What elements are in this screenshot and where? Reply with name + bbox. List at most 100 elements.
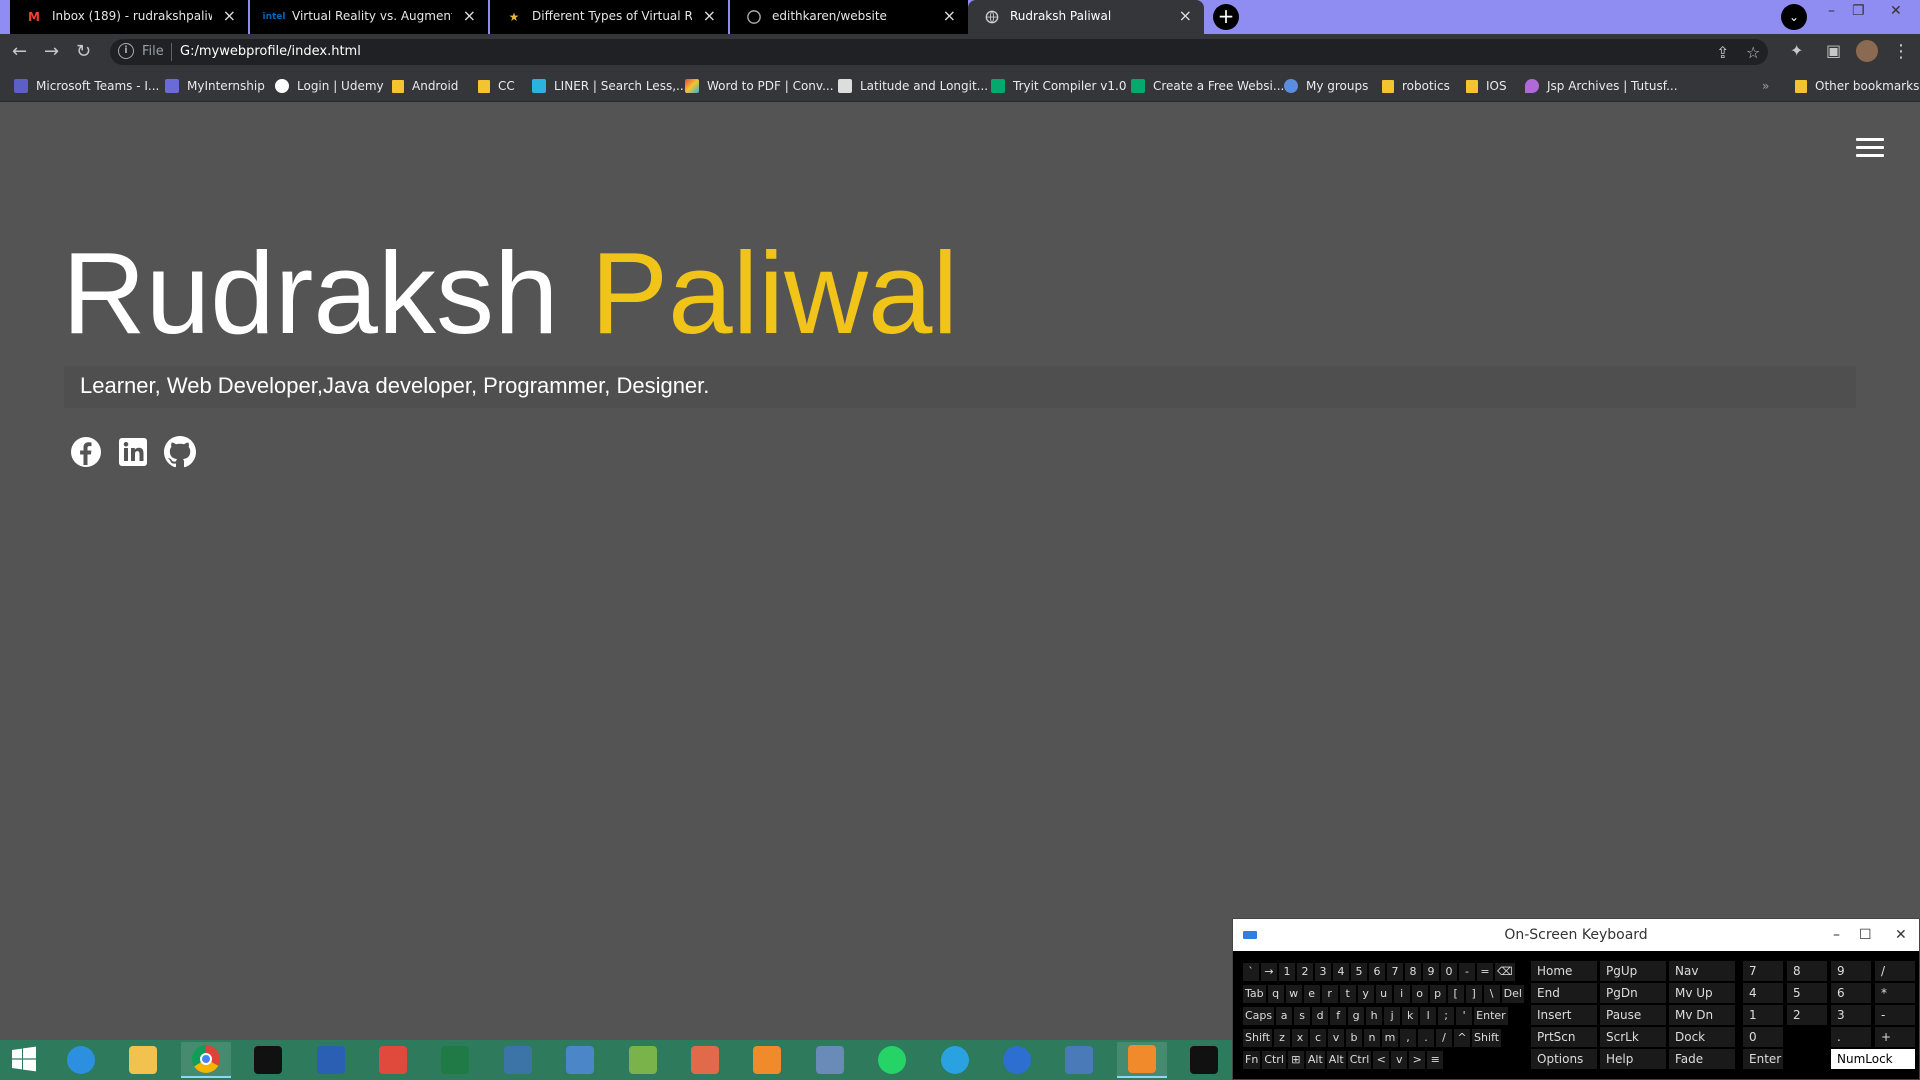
osk-key[interactable]: ^	[1454, 1029, 1471, 1047]
osk-numpad-key[interactable]: 3	[1831, 1005, 1871, 1025]
osk-key[interactable]: ⌫	[1495, 963, 1515, 981]
osk-key[interactable]: ;	[1438, 1007, 1455, 1025]
osk-key[interactable]: 1	[1279, 963, 1295, 981]
osk-key[interactable]: Caps	[1243, 1007, 1275, 1025]
osk-numpad-key[interactable]: 5	[1787, 983, 1827, 1003]
osk-titlebar[interactable]: On-Screen Keyboard – ☐ ✕	[1233, 919, 1919, 951]
excel-taskbar-button[interactable]	[430, 1042, 480, 1078]
osk-key[interactable]: i	[1393, 985, 1410, 1003]
osk-key[interactable]: y	[1357, 985, 1374, 1003]
osk-key[interactable]: o	[1411, 985, 1428, 1003]
osk-key[interactable]: Enter	[1474, 1007, 1508, 1025]
osk-numpad-key[interactable]: 7	[1743, 961, 1783, 981]
osk-key[interactable]: →	[1261, 963, 1277, 981]
word-taskbar-button[interactable]	[306, 1042, 356, 1078]
osk-key[interactable]: l	[1420, 1007, 1437, 1025]
bookmark-word-to-pdf[interactable]: Word to PDF | Conv...	[685, 76, 834, 96]
osk-key[interactable]: Alt	[1326, 1051, 1346, 1069]
osk-nav-key[interactable]: ScrLk	[1600, 1027, 1666, 1047]
linkedin-icon[interactable]	[117, 436, 149, 468]
osk-key[interactable]: Ctrl	[1262, 1051, 1286, 1069]
osk-numpad-key[interactable]: 6	[1831, 983, 1871, 1003]
osk-nav-key[interactable]: PgDn	[1600, 983, 1666, 1003]
writer-taskbar-button[interactable]	[992, 1042, 1042, 1078]
bookmark-teams[interactable]: Microsoft Teams - I...	[14, 76, 159, 96]
maximize-icon[interactable]: ☐	[1859, 919, 1872, 951]
osk-key[interactable]: =	[1477, 963, 1493, 981]
osk-key[interactable]: 0	[1441, 963, 1457, 981]
paint-taskbar-button[interactable]	[680, 1042, 730, 1078]
sublime-taskbar-button[interactable]	[1116, 1042, 1167, 1078]
osk-numpad-key[interactable]: 8	[1787, 961, 1827, 981]
osk-key[interactable]: 4	[1333, 963, 1349, 981]
back-arrow-icon[interactable]: ←	[12, 41, 27, 62]
bookmark-tryit[interactable]: Tryit Compiler v1.0	[991, 76, 1126, 96]
osk-key[interactable]: Tab	[1243, 985, 1266, 1003]
osk-nav-key[interactable]: Options	[1531, 1049, 1597, 1069]
osk-nav-key[interactable]: Help	[1600, 1049, 1666, 1069]
osk-key[interactable]: w	[1285, 985, 1302, 1003]
osk-key[interactable]: f	[1330, 1007, 1347, 1025]
file-explorer-taskbar-button[interactable]	[118, 1042, 168, 1078]
osk-key[interactable]: k	[1402, 1007, 1419, 1025]
osk-key[interactable]: Shift	[1472, 1029, 1502, 1047]
osk-key[interactable]: q	[1267, 985, 1284, 1003]
bookmark-robotics[interactable]: robotics	[1382, 76, 1450, 96]
osk-key[interactable]: e	[1303, 985, 1320, 1003]
osk-key[interactable]: ,	[1400, 1029, 1417, 1047]
bookmark-cc[interactable]: CC	[478, 76, 515, 96]
osk-nav-key[interactable]: Nav	[1669, 961, 1735, 981]
close-window-icon[interactable]: ✕	[1890, 3, 1902, 19]
osk-key[interactable]: 6	[1369, 963, 1385, 981]
side-panel-icon[interactable]: ▣	[1826, 41, 1841, 60]
spreadsheet-tool-taskbar-button[interactable]	[618, 1042, 668, 1078]
url-text[interactable]: G:/mywebprofile/index.html	[180, 44, 361, 59]
osk-key[interactable]: u	[1375, 985, 1392, 1003]
close-icon[interactable]: ×	[463, 6, 476, 25]
more-bookmarks-button[interactable]: »	[1762, 76, 1769, 96]
bookmark-myinternship[interactable]: MyInternship	[165, 76, 265, 96]
menu-kebab-icon[interactable]: ⋮	[1892, 41, 1910, 62]
osk-nav-key[interactable]: PgUp	[1600, 961, 1666, 981]
osk-key[interactable]: d	[1312, 1007, 1329, 1025]
close-icon[interactable]: ×	[223, 6, 236, 25]
osk-numpad-key[interactable]: Enter	[1743, 1049, 1783, 1069]
osk-numpad-key[interactable]: .	[1831, 1027, 1871, 1047]
osk-nav-key[interactable]: PrtScn	[1531, 1027, 1597, 1047]
osk-key[interactable]: Shift	[1243, 1029, 1273, 1047]
reload-icon[interactable]: ↻	[76, 41, 91, 62]
github-icon[interactable]	[164, 436, 196, 468]
bookmark-star-icon[interactable]: ☆	[1746, 43, 1760, 62]
bookmark-ios[interactable]: IOS	[1466, 76, 1507, 96]
osk-key[interactable]: Del	[1501, 985, 1524, 1003]
address-bar[interactable]: i File G:/mywebprofile/index.html ⇪ ☆	[110, 39, 1768, 65]
osk-numpad-key[interactable]: 1	[1743, 1005, 1783, 1025]
python-docs-taskbar-button[interactable]	[555, 1042, 605, 1078]
osk-key[interactable]: 9	[1423, 963, 1439, 981]
osk-key[interactable]: Alt	[1305, 1051, 1325, 1069]
bookmark-udemy[interactable]: Login | Udemy	[275, 76, 384, 96]
facebook-icon[interactable]	[70, 436, 102, 468]
whatsapp-taskbar-button[interactable]	[867, 1042, 917, 1078]
info-icon[interactable]: i	[118, 43, 134, 59]
osk-nav-key[interactable]: Mv Up	[1669, 983, 1735, 1003]
osk-key[interactable]: 7	[1387, 963, 1403, 981]
osk-key[interactable]: x	[1292, 1029, 1309, 1047]
osk-key[interactable]: v	[1391, 1051, 1408, 1069]
restore-icon[interactable]: ❐	[1852, 3, 1865, 19]
telegram-taskbar-button[interactable]	[930, 1042, 980, 1078]
bookmark-jsp[interactable]: Jsp Archives | Tutusf...	[1525, 76, 1678, 96]
osk-key[interactable]: g	[1348, 1007, 1365, 1025]
close-icon[interactable]: ✕	[1895, 919, 1907, 951]
mysql-taskbar-button[interactable]	[1179, 1042, 1229, 1078]
forward-arrow-icon[interactable]: →	[44, 41, 59, 62]
osk-numpad-key[interactable]: 4	[1743, 983, 1783, 1003]
extensions-icon[interactable]: ✦	[1790, 41, 1803, 60]
osk-key[interactable]: Ctrl	[1347, 1051, 1372, 1069]
start-taskbar-button[interactable]	[0, 1042, 50, 1078]
tab-profile[interactable]: Rudraksh Paliwal ×	[968, 0, 1204, 34]
command-prompt-taskbar-button[interactable]	[243, 1042, 293, 1078]
osk-key[interactable]: r	[1321, 985, 1338, 1003]
close-icon[interactable]: ×	[1179, 6, 1192, 25]
osk-taskbar-button[interactable]	[805, 1042, 855, 1078]
